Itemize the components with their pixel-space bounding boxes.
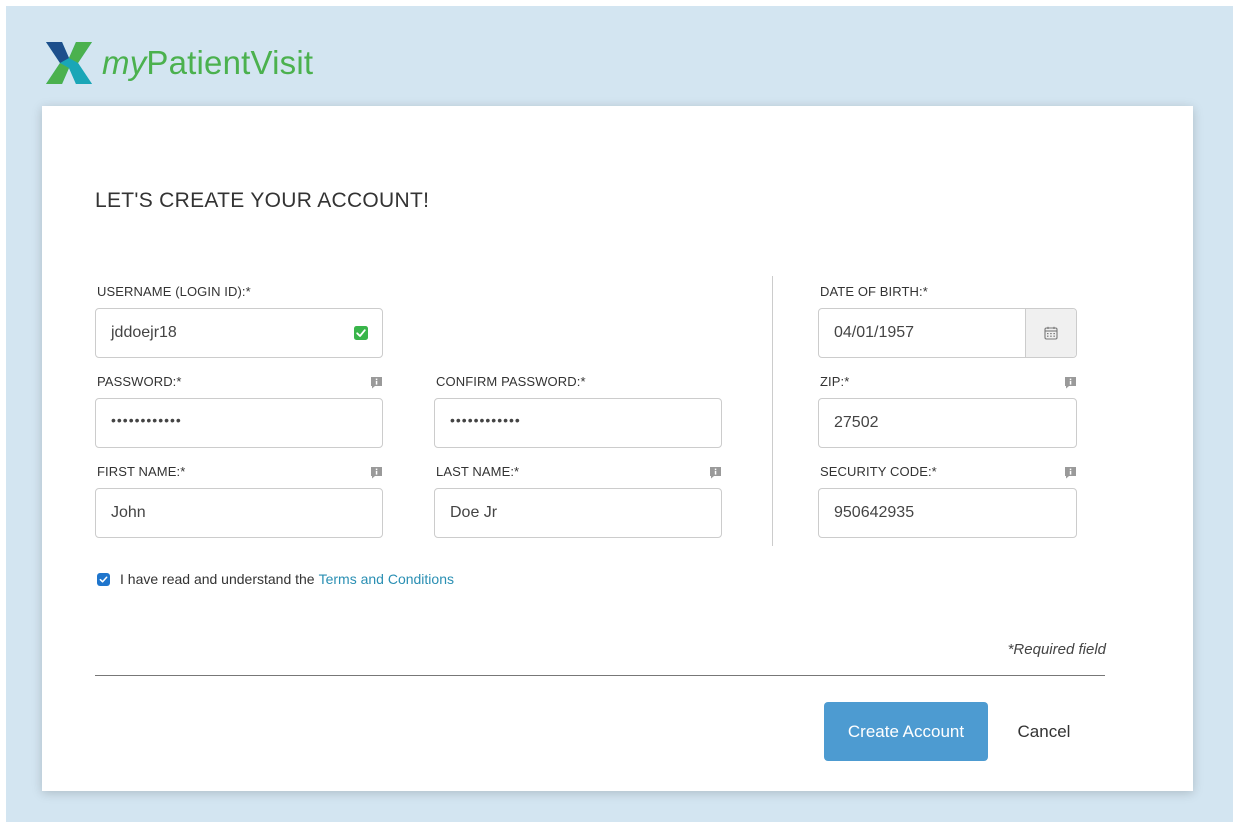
brand-prefix: my (102, 44, 147, 81)
confirm-password-field: CONFIRM PASSWORD:* •••••••••••• (434, 374, 722, 450)
logo-mark-icon (46, 42, 92, 84)
username-label: USERNAME (LOGIN ID):* (97, 284, 251, 299)
check-icon (354, 326, 368, 340)
terms-text: I have read and understand the (120, 571, 315, 587)
dob-value: 04/01/1957 (834, 324, 915, 341)
zip-field: ZIP:* 27502 (818, 374, 1077, 450)
username-value: jddoejr18 (111, 324, 177, 341)
security-code-input[interactable]: 950642935 (818, 488, 1077, 538)
confirm-password-label: CONFIRM PASSWORD:* (436, 374, 586, 389)
info-icon[interactable] (1064, 376, 1077, 389)
security-code-field: SECURITY CODE:* 950642935 (818, 464, 1077, 540)
brand-name-text: PatientVisit (146, 44, 314, 81)
username-field: USERNAME (LOGIN ID):* jddoejr18 (95, 284, 383, 360)
calendar-icon (1044, 326, 1058, 340)
info-icon[interactable] (709, 466, 722, 479)
first-name-input[interactable]: John (95, 488, 383, 538)
password-input[interactable]: •••••••••••• (95, 398, 383, 448)
first-name-field: FIRST NAME:* John (95, 464, 383, 540)
info-icon[interactable] (370, 466, 383, 479)
last-name-value: Doe Jr (450, 504, 498, 521)
username-input[interactable]: jddoejr18 (95, 308, 383, 358)
last-name-field: LAST NAME:* Doe Jr (434, 464, 722, 540)
brand-name: myPatientVisit (102, 44, 313, 82)
footer-divider (95, 675, 1105, 676)
terms-row: I have read and understand the Terms and… (97, 571, 454, 587)
terms-checkbox[interactable] (97, 572, 110, 586)
security-code-value: 950642935 (834, 504, 915, 521)
zip-value: 27502 (834, 414, 879, 431)
calendar-button[interactable] (1025, 309, 1076, 357)
zip-label: ZIP:* (820, 374, 850, 389)
page-title: LET'S CREATE YOUR ACCOUNT! (95, 189, 430, 212)
confirm-password-value: •••••••••••• (450, 412, 521, 428)
first-name-value: John (111, 504, 146, 521)
security-code-label: SECURITY CODE:* (820, 464, 937, 479)
zip-input[interactable]: 27502 (818, 398, 1077, 448)
column-divider (772, 276, 773, 546)
checkmark-icon (99, 575, 108, 583)
dob-label: DATE OF BIRTH:* (820, 284, 928, 299)
first-name-label: FIRST NAME:* (97, 464, 186, 479)
required-field-note: *Required field (1007, 641, 1106, 658)
create-account-button[interactable]: Create Account (824, 702, 988, 761)
terms-link[interactable]: Terms and Conditions (319, 571, 454, 587)
last-name-input[interactable]: Doe Jr (434, 488, 722, 538)
last-name-label: LAST NAME:* (436, 464, 520, 479)
info-icon[interactable] (370, 376, 383, 389)
dob-input[interactable]: 04/01/1957 (818, 308, 1077, 358)
dob-field: DATE OF BIRTH:* 04/01/1957 (818, 284, 1077, 360)
info-icon[interactable] (1064, 466, 1077, 479)
password-label: PASSWORD:* (97, 374, 182, 389)
cancel-button[interactable]: Cancel (1004, 702, 1084, 761)
create-account-card: LET'S CREATE YOUR ACCOUNT! USERNAME (LOG… (42, 106, 1193, 791)
password-field: PASSWORD:* •••••••••••• (95, 374, 383, 450)
brand-logo: myPatientVisit (44, 38, 313, 88)
password-value: •••••••••••• (111, 412, 182, 428)
confirm-password-input[interactable]: •••••••••••• (434, 398, 722, 448)
